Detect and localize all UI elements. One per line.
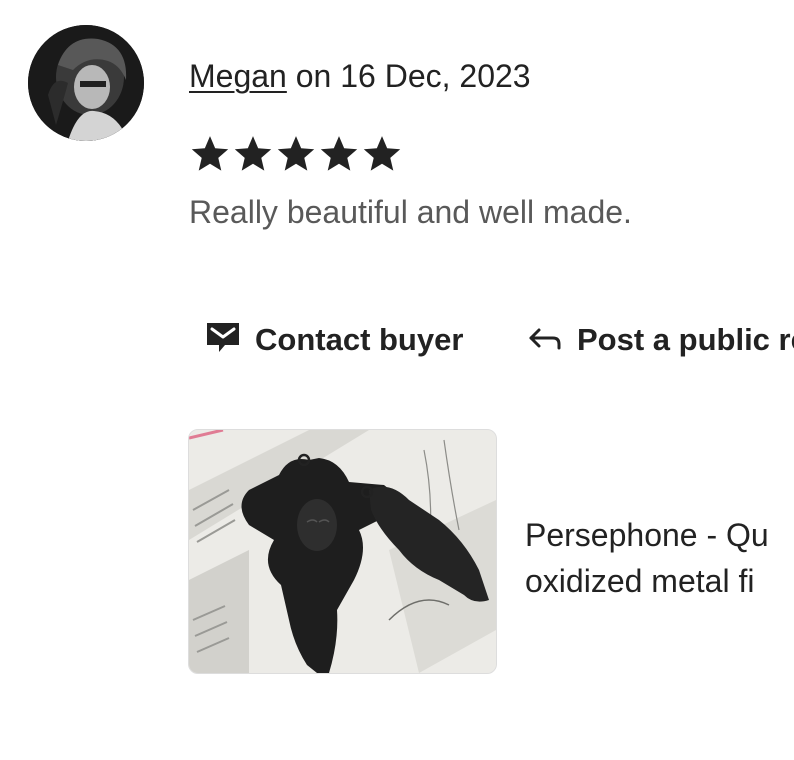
star-icon [320, 136, 358, 171]
listing-title-line-2: oxidized metal fi [525, 563, 755, 599]
star-icon [363, 136, 401, 171]
review-text: Really beautiful and well made. [189, 194, 632, 230]
contact-buyer-button[interactable]: Contact buyer [205, 318, 463, 362]
reviewer-name-link[interactable]: Megan [189, 58, 287, 94]
reviewer-avatar[interactable] [28, 25, 144, 141]
review-date: on 16 Dec, 2023 [286, 58, 531, 94]
post-public-reply-label: Post a public re [577, 322, 794, 357]
star-icon [277, 136, 315, 171]
listing-photo [189, 430, 496, 673]
listing-thumbnail[interactable] [188, 429, 497, 674]
reply-arrow-icon [527, 318, 563, 362]
post-public-reply-button[interactable]: Post a public re [527, 318, 794, 362]
avatar-photo [28, 25, 144, 141]
star-icon [191, 136, 229, 171]
listing-title-link[interactable]: Persephone - Qu oxidized metal fi [525, 512, 794, 604]
listing-title-line-1: Persephone - Qu [525, 517, 769, 553]
message-icon [205, 318, 241, 362]
contact-buyer-label: Contact buyer [255, 322, 464, 357]
star-icon [234, 136, 272, 171]
review-card: Megan on 16 Dec, 2023 Really beautiful a… [0, 0, 794, 760]
review-byline: Megan on 16 Dec, 2023 [189, 56, 531, 96]
star-rating [189, 133, 403, 175]
